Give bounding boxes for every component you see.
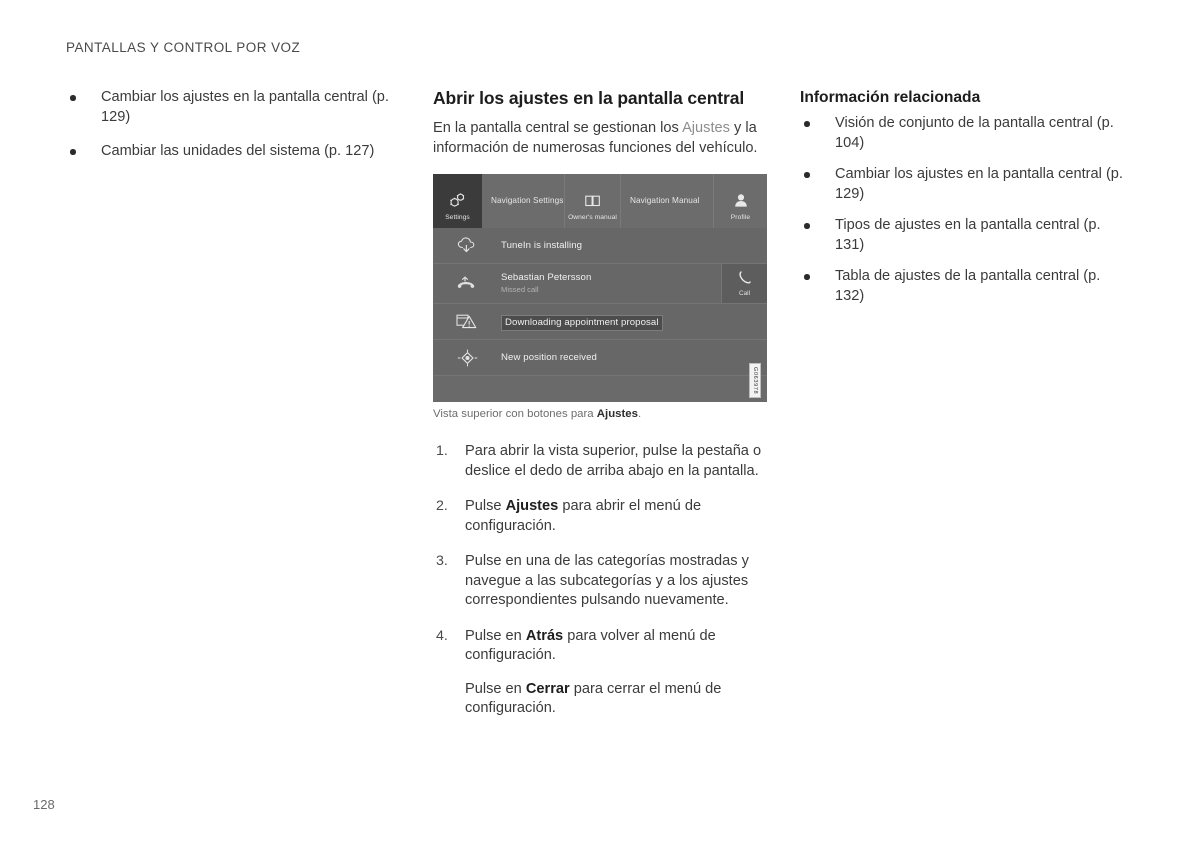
notification-row[interactable]: New position received <box>433 340 767 376</box>
step-text: Para abrir la vista superior, pulse la p… <box>465 443 762 479</box>
right-column: Información relacionada Visión de conjun… <box>800 88 1130 318</box>
list-item-label: Cambiar los ajustes en la pantalla centr… <box>835 166 1123 202</box>
display-tab-label: Navigation Settings <box>491 195 564 205</box>
bullet-dot-icon <box>804 223 810 229</box>
display-tab-profile[interactable]: Profile <box>714 174 767 228</box>
notification-title: Sebastian Petersson <box>501 272 592 283</box>
bullet-dot-icon <box>804 274 810 280</box>
step-extra-text: Pulse en <box>465 680 526 697</box>
figure-id-watermark: G063978 <box>749 362 761 398</box>
display-tab-label: Settings <box>445 213 470 221</box>
step-text-bold: Atrás <box>525 627 564 644</box>
phone-icon <box>738 270 751 289</box>
step-item: 4. Pulse en Atrás para volver al menú de … <box>433 627 769 719</box>
display-bottom-area <box>433 380 767 402</box>
display-tab-navigation-manual[interactable]: Navigation Manual <box>621 174 714 228</box>
notification-text: TuneIn is installing <box>501 240 767 252</box>
step-text: Pulse en una de las categorías mostradas… <box>465 553 749 608</box>
intro-text-part1: En la pantalla central se gestionan los <box>433 120 683 136</box>
notification-action-label: Call <box>738 289 750 297</box>
figure-caption-suffix: . <box>637 408 642 420</box>
cloud-download-icon <box>433 237 501 254</box>
step-text-bold: Ajustes <box>505 498 559 514</box>
step-item: 2. Pulse Ajustes para abrir el menú de co… <box>433 497 769 536</box>
notification-row[interactable]: Sebastian Petersson Missed call Call <box>433 264 767 304</box>
notification-text: New position received <box>501 352 767 364</box>
display-tab-label: Profile <box>730 213 751 221</box>
list-item: Cambiar los ajustes en la pantalla centr… <box>66 88 396 127</box>
display-tab-label: Owner's manual <box>568 213 617 221</box>
procedure-steps: 1. Para abrir la vista superior, pulse l… <box>433 442 769 719</box>
list-item-label: Tabla de ajustes de la pantalla central … <box>835 268 1101 304</box>
bullet-dot-icon <box>70 95 76 101</box>
step-item: 1. Para abrir la vista superior, pulse l… <box>433 442 769 481</box>
bullet-dot-icon <box>804 172 810 178</box>
page-number: 128 <box>33 797 55 812</box>
step-text: Pulse en <box>465 627 526 644</box>
related-information-list: Visión de conjunto de la pantalla centra… <box>800 114 1130 306</box>
figure-caption-term: Ajustes <box>596 408 638 420</box>
running-header: PANTALLAS Y CONTROL POR VOZ <box>66 40 301 55</box>
notification-title: New position received <box>501 351 597 363</box>
display-tab-settings[interactable]: Settings <box>433 174 482 228</box>
display-top-bar: Settings Navigation Settings Owner's man… <box>433 174 767 228</box>
step-number: 4. <box>436 627 448 644</box>
bullet-dot-icon <box>804 121 810 127</box>
figure-caption-prefix: Vista superior con botones para <box>433 408 597 420</box>
compass-icon <box>433 349 501 367</box>
list-item[interactable]: Visión de conjunto de la pantalla centra… <box>800 114 1130 153</box>
list-item-label: Tipos de ajustes en la pantalla central … <box>835 217 1101 253</box>
gears-icon <box>449 192 466 212</box>
list-item[interactable]: Tipos de ajustes en la pantalla central … <box>800 216 1130 255</box>
related-information-title: Información relacionada <box>800 89 981 106</box>
list-item-label: Cambiar los ajustes en la pantalla centr… <box>101 89 389 125</box>
intro-accent-term: Ajustes <box>682 120 730 136</box>
middle-column: Abrir los ajustes en la pantalla central… <box>433 88 769 735</box>
display-tab-navigation-settings[interactable]: Navigation Settings <box>482 174 565 228</box>
list-item[interactable]: Tabla de ajustes de la pantalla central … <box>800 267 1130 306</box>
calendar-warning-icon <box>433 313 501 330</box>
notification-row[interactable]: Downloading appointment proposal <box>433 304 767 340</box>
bullet-dot-icon <box>70 149 76 155</box>
notification-text: Sebastian Petersson Missed call <box>501 272 721 295</box>
display-tab-label: Navigation Manual <box>630 195 700 205</box>
list-item-label: Visión de conjunto de la pantalla centra… <box>835 115 1114 151</box>
notification-title: Downloading appointment proposal <box>501 315 663 331</box>
step-extra-bold: Cerrar <box>525 680 570 697</box>
left-bullet-list: Cambiar los ajustes en la pantalla centr… <box>66 88 396 162</box>
figure-caption: Vista superior con botones para Ajustes. <box>433 407 767 422</box>
notification-title: TuneIn is installing <box>501 239 583 251</box>
step-text: Pulse <box>465 498 506 514</box>
notification-call-button[interactable]: Call <box>721 264 767 303</box>
list-item[interactable]: Cambiar los ajustes en la pantalla centr… <box>800 165 1130 204</box>
person-icon <box>734 193 748 212</box>
step-number: 3. <box>436 553 448 569</box>
notification-text: Downloading appointment proposal <box>501 312 767 331</box>
notification-row[interactable]: TuneIn is installing <box>433 228 767 264</box>
notification-subtitle: Missed call <box>501 285 539 294</box>
display-notification-list: TuneIn is installing Sebastian Petersson <box>433 228 767 376</box>
intro-paragraph: En la pantalla central se gestionan los … <box>433 119 769 158</box>
step-number: 1. <box>436 443 448 459</box>
step-extra-paragraph: Pulse en Cerrar para cerrar el menú de c… <box>465 680 769 719</box>
list-item: Cambiar las unidades del sistema (p. 127… <box>66 142 396 162</box>
step-item: 3. Pulse en una de las categorías mostra… <box>433 552 769 611</box>
center-display-screenshot: Settings Navigation Settings Owner's man… <box>433 174 767 402</box>
list-item-label: Cambiar las unidades del sistema (p. 127… <box>101 143 375 159</box>
book-icon <box>584 194 601 212</box>
step-number: 2. <box>436 498 448 514</box>
page-title: Abrir los ajustes en la pantalla central <box>433 88 745 108</box>
missed-call-icon <box>433 276 501 292</box>
display-tab-owners-manual[interactable]: Owner's manual <box>565 174 621 228</box>
left-column: Cambiar los ajustes en la pantalla centr… <box>66 88 396 177</box>
center-display-figure: Settings Navigation Settings Owner's man… <box>433 174 767 422</box>
